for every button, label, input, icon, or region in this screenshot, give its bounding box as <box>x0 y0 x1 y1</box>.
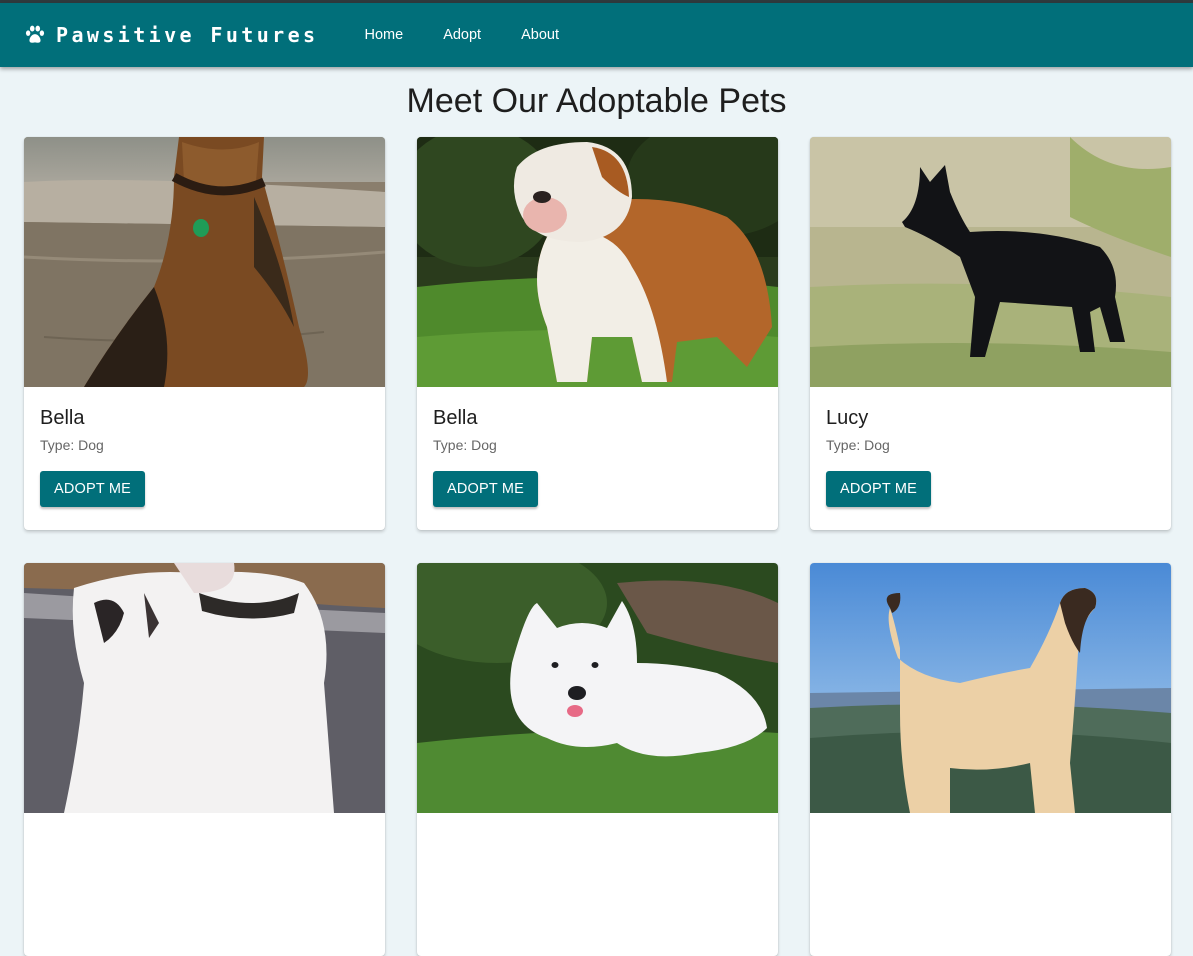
pet-photo[interactable] <box>24 563 385 813</box>
page-title: Meet Our Adoptable Pets <box>406 82 787 120</box>
pet-type-label: Type: <box>826 437 861 453</box>
pet-name: Lucy <box>826 407 869 429</box>
pet-type-value: Dog <box>78 437 104 453</box>
adopt-button[interactable]: ADOPT ME <box>40 471 145 507</box>
pet-photo[interactable] <box>810 137 1171 387</box>
nav-link-adopt[interactable]: Adopt <box>427 19 497 51</box>
pet-type: Type: Dog <box>433 437 762 453</box>
pet-card <box>24 563 385 956</box>
pet-type: Type: Dog <box>40 437 369 453</box>
paw-icon <box>25 25 45 43</box>
card-body: Bella Type: Dog ADOPT ME <box>417 387 778 507</box>
pet-card: Lucy Type: Dog ADOPT ME <box>810 137 1171 530</box>
pet-card: Bella Type: Dog ADOPT ME <box>24 137 385 530</box>
pet-photo[interactable] <box>417 563 778 813</box>
pet-name: Bella <box>40 407 85 429</box>
pet-card <box>810 563 1171 956</box>
pet-type-value: Dog <box>864 437 890 453</box>
pet-type-value: Dog <box>471 437 497 453</box>
navbar: Pawsitive Futures Home Adopt About <box>0 3 1193 67</box>
adopt-button[interactable]: ADOPT ME <box>433 471 538 507</box>
brand-logo[interactable]: Pawsitive Futures <box>24 23 319 47</box>
pet-name: Bella <box>433 407 478 429</box>
nav-links: Home Adopt About <box>349 19 584 51</box>
pet-card <box>417 563 778 956</box>
card-body: Bella Type: Dog ADOPT ME <box>24 387 385 507</box>
adopt-button[interactable]: ADOPT ME <box>826 471 931 507</box>
pet-type-label: Type: <box>40 437 75 453</box>
card-body: Lucy Type: Dog ADOPT ME <box>810 387 1171 507</box>
pet-type: Type: Dog <box>826 437 1155 453</box>
nav-link-home[interactable]: Home <box>349 19 420 51</box>
brand-name: Pawsitive Futures <box>56 23 319 47</box>
pet-photo[interactable] <box>810 563 1171 813</box>
pet-photo[interactable] <box>24 137 385 387</box>
pet-type-label: Type: <box>433 437 468 453</box>
pet-photo[interactable] <box>417 137 778 387</box>
nav-link-about[interactable]: About <box>505 19 575 51</box>
pet-card: Bella Type: Dog ADOPT ME <box>417 137 778 530</box>
